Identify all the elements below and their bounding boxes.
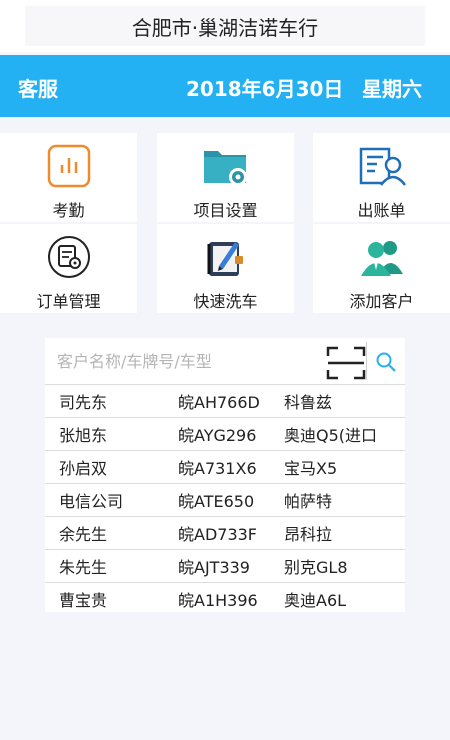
search-icon[interactable] — [375, 351, 397, 373]
customer-name: 朱先生 — [59, 558, 108, 577]
customer-list: 司先东 皖AH766D 科鲁兹 张旭东 皖AYG296 奥迪Q5(进口 孙启双 … — [45, 384, 405, 615]
customer-name: 余先生 — [59, 525, 108, 544]
customer-model: 奥迪Q5(进口 — [284, 426, 378, 445]
bar-chart-icon — [44, 143, 94, 189]
table-row[interactable]: 孙启双 皖A731X6 宝马X5 — [45, 450, 405, 483]
customer-plate: 皖AJT339 — [178, 558, 250, 577]
menu-label: 项目设置 — [193, 201, 258, 220]
weekday-label: 星期六 — [362, 77, 422, 101]
table-row[interactable]: 张旭东 皖AYG296 奥迪Q5(进口 — [45, 417, 405, 450]
customer-name: 张旭东 — [59, 426, 108, 445]
customer-panel: 司先东 皖AH766D 科鲁兹 张旭东 皖AYG296 奥迪Q5(进口 孙启双 … — [45, 338, 405, 612]
customer-model: 昂科拉 — [284, 525, 333, 544]
menu-item-order-management[interactable]: 订单管理 — [0, 224, 137, 313]
customer-model: 别克GL8 — [284, 558, 348, 577]
customer-name: 孙启双 — [59, 459, 108, 478]
menu-item-project-settings[interactable]: 项目设置 — [157, 133, 294, 222]
function-grid: 考勤 项目设置 出账单 订单管理 快速洗车 添加客户 — [0, 133, 450, 313]
scan-icon[interactable] — [326, 346, 366, 380]
menu-label: 订单管理 — [36, 292, 101, 311]
header-bar: 客服 2018年6月30日 星期六 — [0, 55, 450, 117]
customer-plate: 皖A1H396 — [178, 591, 258, 610]
menu-item-add-customer[interactable]: 添加客户 — [313, 224, 450, 313]
customer-plate: 皖ATE650 — [178, 492, 255, 511]
customer-name: 曹宝贵 — [59, 591, 108, 610]
table-row[interactable]: 电信公司 皖ATE650 帕萨特 — [45, 483, 405, 516]
menu-item-billing[interactable]: 出账单 — [313, 133, 450, 222]
customer-model: 帕萨特 — [284, 492, 333, 511]
customer-model: 科鲁兹 — [284, 393, 333, 412]
search-input[interactable] — [57, 346, 322, 376]
person-card-icon — [357, 143, 407, 189]
menu-label: 考勤 — [52, 201, 85, 220]
customer-plate: 皖AD733F — [178, 525, 258, 544]
table-row[interactable]: 余先生 皖AD733F 昂科拉 — [45, 516, 405, 549]
notebook-pen-icon — [201, 234, 251, 280]
customer-name: 电信公司 — [59, 492, 124, 511]
role-label: 客服 — [18, 77, 58, 101]
customer-model: 奥迪A6L — [284, 591, 347, 610]
title-bar: 合肥市·巢湖洁诺车行 — [0, 0, 450, 52]
menu-item-quick-wash[interactable]: 快速洗车 — [157, 224, 294, 313]
customer-plate: 皖A731X6 — [178, 459, 257, 478]
customer-model: 宝马X5 — [284, 459, 338, 478]
table-row[interactable]: 司先东 皖AH766D 科鲁兹 — [45, 384, 405, 417]
menu-label: 添加客户 — [349, 292, 414, 311]
store-title: 合肥市·巢湖洁诺车行 — [25, 6, 425, 46]
table-row[interactable]: 曹宝贵 皖A1H396 奥迪A6L — [45, 582, 405, 615]
menu-label: 快速洗车 — [193, 292, 258, 311]
customer-plate: 皖AYG296 — [178, 426, 257, 445]
folder-gear-icon — [201, 143, 251, 189]
search-bar — [45, 338, 405, 384]
customer-plate: 皖AH766D — [178, 393, 260, 412]
menu-item-attendance[interactable]: 考勤 — [0, 133, 137, 222]
search-divider — [366, 342, 367, 380]
menu-label: 出账单 — [357, 201, 406, 220]
table-row[interactable]: 朱先生 皖AJT339 别克GL8 — [45, 549, 405, 582]
customer-name: 司先东 — [59, 393, 108, 412]
add-customer-icon — [357, 234, 407, 280]
document-gear-icon — [44, 234, 94, 280]
date-label: 2018年6月30日 — [186, 77, 344, 101]
